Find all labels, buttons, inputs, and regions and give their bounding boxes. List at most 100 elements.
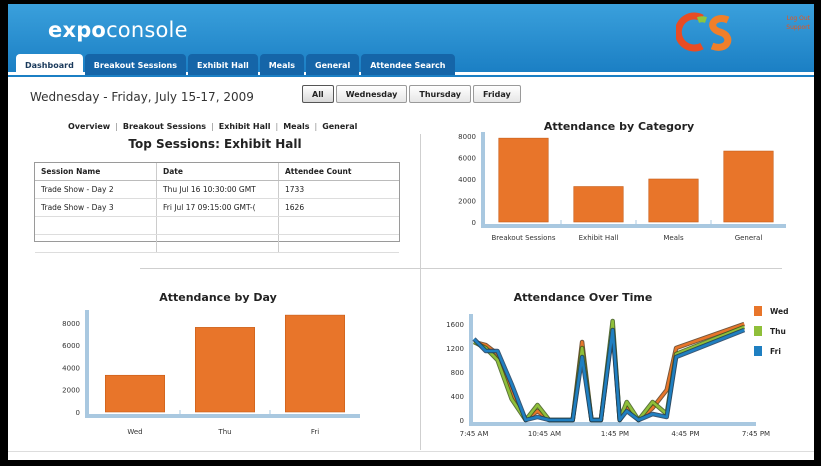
bar[interactable]	[498, 137, 549, 223]
y-tick-label: 0	[460, 417, 464, 425]
subnav-meals[interactable]: Meals	[283, 122, 309, 131]
table-row[interactable]: Trade Show - Day 3 Fri Jul 17 09:15:00 GM…	[35, 199, 399, 217]
table-cell	[279, 235, 399, 252]
tab-divider	[8, 75, 814, 77]
column-header[interactable]: Date	[157, 163, 279, 180]
y-axis	[469, 314, 473, 424]
header-link-support[interactable]: Support	[740, 23, 810, 32]
footer	[8, 451, 814, 460]
x-tick-label: 1:45 PM	[601, 430, 629, 438]
x-axis	[481, 224, 786, 228]
tab-breakout-sessions[interactable]: Breakout Sessions	[84, 54, 186, 76]
day-filter-friday[interactable]: Friday	[473, 85, 521, 103]
y-tick-label: 4000	[458, 176, 476, 184]
header-link-log-out[interactable]: Log Out	[740, 14, 810, 23]
x-tick-label: Fri	[311, 428, 319, 436]
table-row-empty	[35, 235, 399, 253]
cs-logo-icon	[676, 12, 732, 52]
tab-exhibit-hall[interactable]: Exhibit Hall	[187, 54, 258, 76]
legend-swatch	[754, 326, 762, 336]
table-cell	[35, 217, 157, 234]
subnav-separator: |	[115, 122, 118, 131]
bar[interactable]	[105, 374, 166, 413]
x-tick-label: 7:45 AM	[460, 430, 489, 438]
tab-dashboard[interactable]: Dashboard	[16, 54, 83, 76]
y-tick-label: 0	[472, 219, 476, 227]
y-tick-label: 2000	[62, 387, 80, 395]
y-tick-label: 800	[451, 369, 464, 377]
date-range-label: Wednesday - Friday, July 15-17, 2009	[30, 90, 254, 104]
x-tick-label: 7:45 PM	[742, 430, 770, 438]
y-tick-label: 6000	[458, 155, 476, 163]
table-cell	[157, 235, 279, 252]
table-cell	[35, 235, 157, 252]
subnav-breakout-sessions[interactable]: Breakout Sessions	[123, 122, 206, 131]
legend-label: Fri	[770, 347, 781, 356]
subnav-separator: |	[275, 122, 279, 131]
table-cell: Thu Jul 16 10:30:00 GMT	[157, 181, 279, 198]
subnav-separator: |	[314, 122, 318, 131]
y-tick-label: 8000	[458, 133, 476, 141]
subnav-general[interactable]: General	[322, 122, 357, 131]
y-tick-label: 0	[76, 409, 80, 417]
y-tick-label: 2000	[458, 198, 476, 206]
x-tick-label: Wed	[127, 428, 142, 436]
y-tick-label: 6000	[62, 342, 80, 350]
column-header[interactable]: Session Name	[35, 163, 157, 180]
day-bar-chart: 0 2000 4000 6000 8000 Wed Thu Fri	[62, 310, 360, 436]
app-title: expoconsole	[48, 18, 188, 42]
x-tick-label: 4:45 PM	[671, 430, 699, 438]
tab-meals[interactable]: Meals	[259, 54, 304, 76]
app-header: expoconsole Log Out Support Dashboard Brea…	[8, 4, 814, 76]
divider	[140, 268, 782, 269]
bar[interactable]	[573, 186, 624, 223]
table-cell: Trade Show - Day 3	[35, 199, 157, 216]
time-line-chart: 0 400 800 1200 1600 7:45 AM 10:45 AM 1:45 PM 4:4…	[446, 306, 788, 438]
x-tick-label: General	[735, 234, 763, 242]
legend-label: Thu	[770, 327, 786, 336]
y-tick-label: 400	[451, 393, 464, 401]
main-tabs: Dashboard Breakout Sessions Exhibit Hall Me…	[16, 54, 455, 76]
x-axis	[85, 414, 360, 418]
bar[interactable]	[284, 314, 345, 413]
table-cell: 1733	[285, 185, 305, 194]
y-tick-label: 1600	[446, 321, 464, 329]
y-tick-label: 4000	[62, 364, 80, 372]
x-tick-label: Thu	[217, 428, 231, 436]
divider	[420, 134, 421, 450]
day-filter: All Wednesday Thursday Friday	[302, 85, 523, 103]
dashboard-window: expoconsole Log Out Support Dashboard Brea…	[8, 4, 814, 460]
table-cell	[279, 217, 399, 234]
subnav-exhibit-hall[interactable]: Exhibit Hall	[219, 122, 271, 131]
table-cell: Fri Jul 17 09:15:00 GMT-(	[157, 199, 279, 216]
bar[interactable]	[648, 178, 699, 223]
column-header[interactable]: Attendee Count	[279, 163, 399, 180]
category-bar-chart: 0 2000 4000 6000 8000 Breakout Sessions Exhibi…	[458, 132, 786, 242]
day-filter-all[interactable]: All	[302, 85, 334, 103]
legend-swatch	[754, 346, 762, 356]
y-axis	[85, 310, 89, 416]
tab-general[interactable]: General	[306, 54, 360, 76]
table-header-row: Session Name Date Attendee Count	[35, 163, 399, 181]
table-cell	[157, 217, 279, 234]
bar[interactable]	[195, 327, 256, 413]
table-row[interactable]: Trade Show - Day 2 Thu Jul 16 10:30:00 GM…	[35, 181, 399, 199]
legend-swatch	[754, 306, 762, 316]
bar[interactable]	[723, 150, 774, 223]
x-axis	[469, 422, 756, 426]
table-cell: Trade Show - Day 2	[35, 181, 157, 198]
x-tick-label: Exhibit Hall	[579, 234, 619, 242]
top-sessions-title: Top Sessions: Exhibit Hall	[128, 137, 302, 151]
day-filter-wednesday[interactable]: Wednesday	[335, 85, 408, 103]
table-row-empty	[35, 217, 399, 235]
y-tick-label: 8000	[62, 320, 80, 328]
tab-attendee-search[interactable]: Attendee Search	[361, 54, 455, 76]
header-links: Log Out Support	[740, 14, 810, 32]
subnav-overview[interactable]: Overview	[68, 122, 110, 131]
legend-label: Wed	[770, 307, 788, 316]
subnav: Overview | Breakout Sessions | Exhibit Hall |…	[68, 122, 357, 131]
x-tick-label: 10:45 AM	[528, 430, 561, 438]
x-tick-label: Breakout Sessions	[492, 234, 556, 242]
day-filter-thursday[interactable]: Thursday	[409, 85, 472, 103]
x-tick-label: Meals	[663, 234, 684, 242]
